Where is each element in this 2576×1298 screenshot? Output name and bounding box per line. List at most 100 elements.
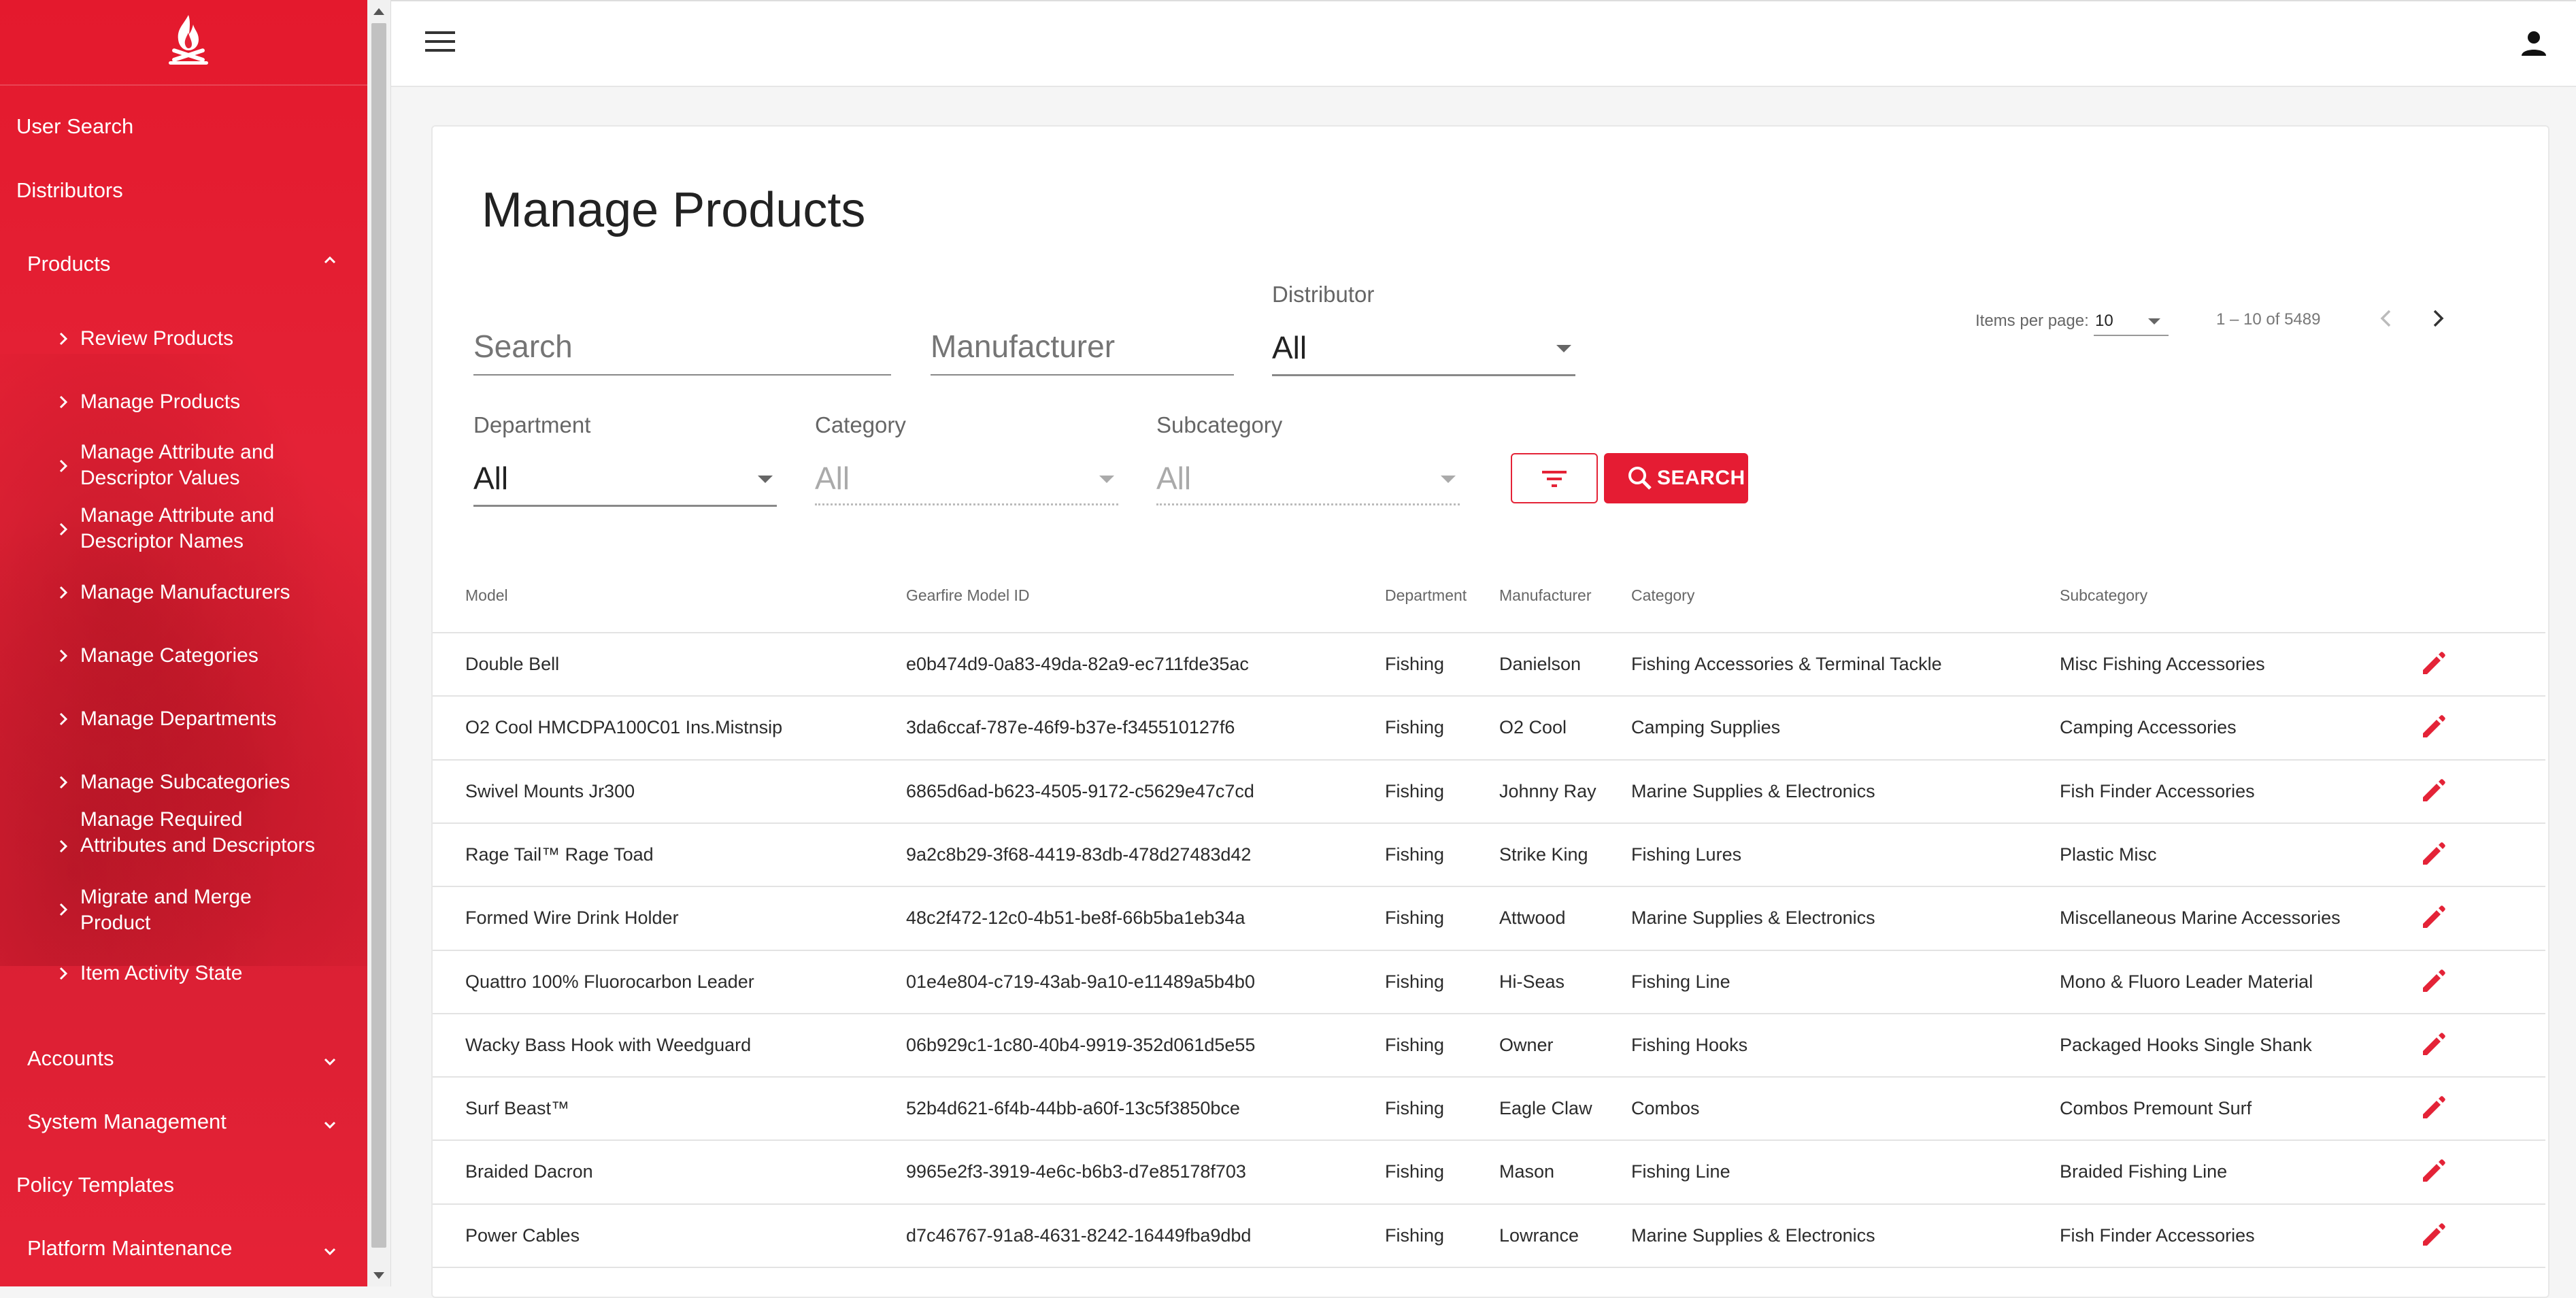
- filter-button[interactable]: [1511, 453, 1598, 503]
- cell-subcategory: Mono & Fluoro Leader Material: [2060, 971, 2313, 992]
- cell-category: Fishing Line: [1631, 971, 1730, 992]
- cell-gearfire-model-id: 6865d6ad-b623-4505-9172-c5629e47c7cd: [906, 780, 1254, 801]
- column-header-subcategory[interactable]: Subcategory: [2060, 586, 2147, 605]
- edit-pencil-icon[interactable]: [2419, 1156, 2449, 1186]
- next-page-icon[interactable]: [2424, 305, 2452, 332]
- distributor-label: Distributor: [1272, 282, 1375, 307]
- edit-pencil-icon[interactable]: [2419, 839, 2449, 869]
- sidebar-item-user-search[interactable]: User Search: [16, 114, 133, 139]
- campfire-logo-icon[interactable]: [165, 12, 212, 71]
- edit-pencil-icon[interactable]: [2419, 1093, 2449, 1122]
- table-row[interactable]: O2 Cool HMCDPA100C01 Ins.Mistnsip 3da6cca…: [433, 697, 2545, 759]
- table-row[interactable]: Braided Dacron 9965e2f3-3919-4e6c-b6b3-d7…: [433, 1141, 2545, 1203]
- sidebar-item-manage-required-attributes[interactable]: Manage Required Attributes and Descripto…: [80, 807, 325, 859]
- chevron-down-icon[interactable]: [320, 1242, 340, 1262]
- distributor-select[interactable]: Distributor All: [1272, 282, 1575, 381]
- sidebar-item-manage-departments[interactable]: Manage Departments: [80, 706, 325, 732]
- account-icon[interactable]: [2519, 29, 2549, 59]
- table-row[interactable]: Power Cables d7c46767-91a8-4631-8242-1644…: [433, 1205, 2545, 1267]
- chevron-down-icon[interactable]: [320, 1052, 340, 1072]
- search-button[interactable]: SEARCH: [1604, 453, 1748, 503]
- subcategory-label: Subcategory: [1156, 412, 1283, 437]
- distributor-value[interactable]: All: [1272, 329, 1307, 366]
- cell-manufacturer: Mason: [1499, 1161, 1555, 1182]
- table-row[interactable]: Swivel Mounts Jr300 6865d6ad-b623-4505-91…: [433, 761, 2545, 822]
- sidebar-item-accounts[interactable]: Accounts: [27, 1046, 114, 1071]
- edit-pencil-icon[interactable]: [2419, 712, 2449, 742]
- edit-pencil-icon[interactable]: [2419, 1220, 2449, 1250]
- cell-category: Marine Supplies & Electronics: [1631, 1225, 1875, 1246]
- menu-icon[interactable]: [425, 31, 455, 54]
- dropdown-caret-icon[interactable]: [758, 476, 773, 483]
- scroll-up-arrow-icon[interactable]: [373, 8, 384, 15]
- dropdown-caret-icon[interactable]: [1099, 476, 1114, 483]
- manufacturer-input[interactable]: Manufacturer: [931, 328, 1115, 365]
- cell-manufacturer: Attwood: [1499, 908, 1566, 929]
- cell-subcategory: Camping Accessories: [2060, 717, 2237, 738]
- sidebar-item-manage-attribute-values[interactable]: Manage Attribute and Descriptor Values: [80, 439, 325, 491]
- edit-pencil-icon[interactable]: [2419, 966, 2449, 996]
- sidebar-item-migrate-merge-product[interactable]: Migrate and Merge Product: [80, 884, 325, 936]
- table-row[interactable]: Formed Wire Drink Holder 48c2f472-12c0-4b…: [433, 887, 2545, 949]
- chevron-up-icon[interactable]: [320, 250, 340, 270]
- column-header-model[interactable]: Model: [465, 586, 508, 605]
- department-select[interactable]: Department All: [473, 412, 777, 512]
- sidebar: User Search Distributors Products Review…: [0, 0, 367, 1286]
- category-select[interactable]: Category All: [815, 412, 1118, 512]
- column-header-gearfire-model-id[interactable]: Gearfire Model ID: [906, 586, 1030, 605]
- column-header-department[interactable]: Department: [1385, 586, 1467, 605]
- dropdown-caret-icon[interactable]: [1441, 476, 1456, 483]
- sidebar-item-manage-subcategories[interactable]: Manage Subcategories: [80, 769, 325, 795]
- dropdown-caret-icon[interactable]: [1556, 345, 1571, 352]
- cell-category: Marine Supplies & Electronics: [1631, 908, 1875, 929]
- previous-page-icon[interactable]: [2373, 305, 2400, 332]
- cell-department: Fishing: [1385, 1161, 1445, 1182]
- sidebar-item-system-management[interactable]: System Management: [27, 1110, 227, 1134]
- sidebar-item-manage-products[interactable]: Manage Products: [80, 389, 325, 415]
- cell-subcategory: Plastic Misc: [2060, 844, 2157, 865]
- sidebar-item-platform-maintenance[interactable]: Platform Maintenance: [27, 1236, 233, 1261]
- table-row[interactable]: Surf Beast™ 52b4d621-6f4b-44bb-a60f-13c5f…: [433, 1078, 2545, 1139]
- subcategory-value[interactable]: All: [1156, 460, 1191, 497]
- manufacturer-field[interactable]: Manufacturer: [931, 318, 1234, 380]
- chevron-right-icon: [59, 839, 68, 853]
- table-row[interactable]: Wacky Bass Hook with Weedguard 06b929c1-1…: [433, 1014, 2545, 1076]
- sidebar-item-manage-attribute-names[interactable]: Manage Attribute and Descriptor Names: [80, 503, 325, 554]
- edit-pencil-icon[interactable]: [2419, 902, 2449, 932]
- items-per-page-select[interactable]: 10: [2095, 312, 2113, 331]
- sidebar-item-item-activity-state[interactable]: Item Activity State: [80, 961, 325, 986]
- search-input[interactable]: Search: [473, 328, 573, 365]
- sidebar-item-manage-categories[interactable]: Manage Categories: [80, 643, 325, 669]
- cell-department: Fishing: [1385, 1098, 1445, 1119]
- chevron-down-icon[interactable]: [320, 1115, 340, 1135]
- subcategory-select[interactable]: Subcategory All: [1156, 412, 1460, 512]
- department-value[interactable]: All: [473, 460, 508, 497]
- chevron-right-icon: [59, 459, 68, 473]
- category-value[interactable]: All: [815, 460, 850, 497]
- sidebar-item-policy-templates[interactable]: Policy Templates: [16, 1173, 174, 1197]
- cell-model: Formed Wire Drink Holder: [465, 908, 679, 929]
- cell-subcategory: Packaged Hooks Single Shank: [2060, 1034, 2312, 1055]
- chevron-right-icon: [59, 776, 68, 789]
- table-row[interactable]: Quattro 100% Fluorocarbon Leader 01e4e804…: [433, 951, 2545, 1013]
- sidebar-item-manage-manufacturers[interactable]: Manage Manufacturers: [80, 580, 325, 605]
- scrollbar-thumb[interactable]: [371, 23, 386, 1248]
- edit-pencil-icon[interactable]: [2419, 776, 2449, 805]
- column-header-manufacturer[interactable]: Manufacturer: [1499, 586, 1592, 605]
- edit-pencil-icon[interactable]: [2419, 648, 2449, 678]
- column-header-category[interactable]: Category: [1631, 586, 1694, 605]
- cell-department: Fishing: [1385, 844, 1445, 865]
- sidebar-item-review-products[interactable]: Review Products: [80, 326, 325, 352]
- scroll-down-arrow-icon[interactable]: [373, 1272, 384, 1279]
- sidebar-item-distributors[interactable]: Distributors: [16, 178, 123, 203]
- search-field[interactable]: Search: [473, 318, 891, 380]
- distributor-underline: [1272, 374, 1575, 376]
- table-row[interactable]: Rage Tail™ Rage Toad 9a2c8b29-3f68-4419-8…: [433, 824, 2545, 886]
- edit-pencil-icon[interactable]: [2419, 1029, 2449, 1059]
- chevron-right-icon: [59, 903, 68, 916]
- search-underline: [473, 374, 891, 376]
- sidebar-scrollbar[interactable]: [367, 0, 391, 1286]
- sidebar-item-products[interactable]: Products: [27, 252, 110, 276]
- dropdown-caret-icon[interactable]: [2148, 318, 2160, 324]
- table-row[interactable]: Double Bell e0b474d9-0a83-49da-82a9-ec711…: [433, 633, 2545, 695]
